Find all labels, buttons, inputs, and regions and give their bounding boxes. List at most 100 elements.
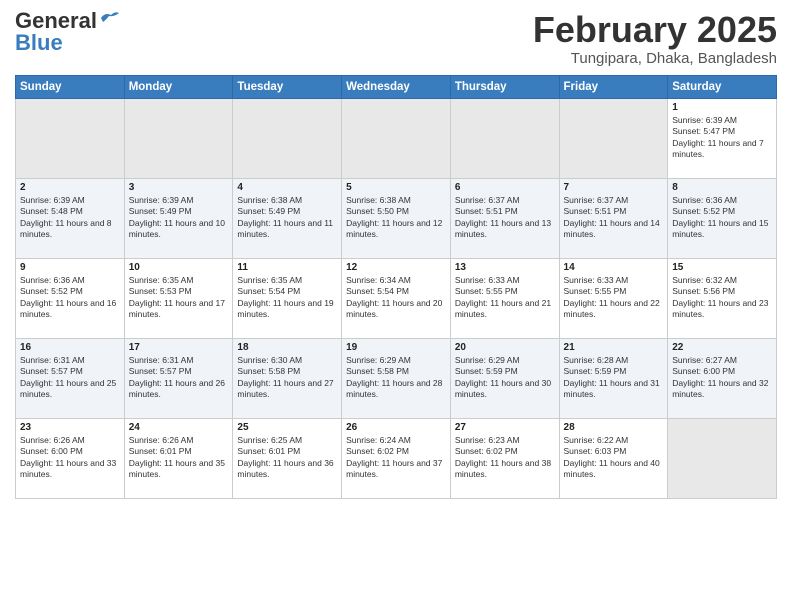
day-number: 1 <box>672 102 772 113</box>
cell-info: Sunrise: 6:38 AM Sunset: 5:50 PM Dayligh… <box>346 195 446 241</box>
table-row: 14Sunrise: 6:33 AM Sunset: 5:55 PM Dayli… <box>559 258 668 338</box>
cell-info: Sunrise: 6:37 AM Sunset: 5:51 PM Dayligh… <box>564 195 664 241</box>
table-row <box>559 98 668 178</box>
calendar-table: Sunday Monday Tuesday Wednesday Thursday… <box>15 75 777 499</box>
table-row: 26 Sunrise: 6:24 AM Sunset: 6:02 PM Dayli… <box>342 418 451 498</box>
table-row: 23Sunrise: 6:26 AM Sunset: 6:00 PM Dayli… <box>16 418 125 498</box>
day-number: 21 <box>564 342 664 353</box>
cell-info: Sunrise: 6:23 AM Sunset: 6:02 PM Dayligh… <box>455 435 555 481</box>
header-thursday: Thursday <box>450 75 559 98</box>
day-number: 28 <box>564 422 664 433</box>
table-row: 2 Sunrise: 6:39 AM Sunset: 5:48 PM Daylig… <box>16 178 125 258</box>
day-number: 11 <box>237 262 337 273</box>
cell-info: Sunrise: 6:39 AM Sunset: 5:49 PM Dayligh… <box>129 195 229 241</box>
day-number: 23 <box>20 422 120 433</box>
cell-info: Sunrise: 6:30 AM Sunset: 5:58 PM Dayligh… <box>237 355 337 401</box>
cell-info: Sunrise: 6:35 AM Sunset: 5:54 PM Dayligh… <box>237 275 337 321</box>
day-number: 2 <box>20 182 120 193</box>
table-row: 9 Sunrise: 6:36 AM Sunset: 5:52 PM Daylig… <box>16 258 125 338</box>
cell-info: Sunrise: 6:32 AM Sunset: 5:56 PM Dayligh… <box>672 275 772 321</box>
table-row <box>233 98 342 178</box>
table-row: 11 Sunrise: 6:35 AM Sunset: 5:54 PM Dayli… <box>233 258 342 338</box>
day-number: 9 <box>20 262 120 273</box>
day-number: 6 <box>455 182 555 193</box>
header-friday: Friday <box>559 75 668 98</box>
day-number: 3 <box>129 182 229 193</box>
cell-info: Sunrise: 6:28 AM Sunset: 5:59 PM Dayligh… <box>564 355 664 401</box>
table-row <box>16 98 125 178</box>
day-number: 26 <box>346 422 446 433</box>
day-number: 4 <box>237 182 337 193</box>
cell-info: Sunrise: 6:25 AM Sunset: 6:01 PM Dayligh… <box>237 435 337 481</box>
table-row: 21 Sunrise: 6:28 AM Sunset: 5:59 PM Dayli… <box>559 338 668 418</box>
table-row <box>342 98 451 178</box>
cell-info: Sunrise: 6:39 AM Sunset: 5:48 PM Dayligh… <box>20 195 120 241</box>
day-number: 5 <box>346 182 446 193</box>
logo-text-general: General <box>15 10 97 32</box>
title-section: February 2025 Tungipara, Dhaka, Banglade… <box>533 10 777 67</box>
table-row: 17 Sunrise: 6:31 AM Sunset: 5:57 PM Dayli… <box>124 338 233 418</box>
cell-info: Sunrise: 6:36 AM Sunset: 5:52 PM Dayligh… <box>20 275 120 321</box>
table-row: 27 Sunrise: 6:23 AM Sunset: 6:02 PM Dayli… <box>450 418 559 498</box>
table-row: 19Sunrise: 6:29 AM Sunset: 5:58 PM Dayli… <box>342 338 451 418</box>
table-row: 15 Sunrise: 6:32 AM Sunset: 5:56 PM Dayli… <box>668 258 777 338</box>
table-row: 1 Sunrise: 6:39 AM Sunset: 5:47 PM Daylig… <box>668 98 777 178</box>
header: General Blue February 2025 Tungipara, Dh… <box>15 10 777 67</box>
day-number: 16 <box>20 342 120 353</box>
day-number: 15 <box>672 262 772 273</box>
table-row: 20 Sunrise: 6:29 AM Sunset: 5:59 PM Dayli… <box>450 338 559 418</box>
header-monday: Monday <box>124 75 233 98</box>
calendar-header-row: Sunday Monday Tuesday Wednesday Thursday… <box>16 75 777 98</box>
cell-info: Sunrise: 6:31 AM Sunset: 5:57 PM Dayligh… <box>129 355 229 401</box>
day-number: 18 <box>237 342 337 353</box>
cell-info: Sunrise: 6:31 AM Sunset: 5:57 PM Dayligh… <box>20 355 120 401</box>
table-row: 16 Sunrise: 6:31 AM Sunset: 5:57 PM Dayli… <box>16 338 125 418</box>
header-tuesday: Tuesday <box>233 75 342 98</box>
month-title: February 2025 <box>533 10 777 50</box>
logo-bird-icon <box>99 10 121 28</box>
table-row <box>450 98 559 178</box>
cell-info: Sunrise: 6:38 AM Sunset: 5:49 PM Dayligh… <box>237 195 337 241</box>
header-sunday: Sunday <box>16 75 125 98</box>
table-row: 24 Sunrise: 6:26 AM Sunset: 6:01 PM Dayli… <box>124 418 233 498</box>
cell-info: Sunrise: 6:34 AM Sunset: 5:54 PM Dayligh… <box>346 275 446 321</box>
cell-info: Sunrise: 6:39 AM Sunset: 5:47 PM Dayligh… <box>672 115 772 161</box>
day-number: 27 <box>455 422 555 433</box>
table-row: 5 Sunrise: 6:38 AM Sunset: 5:50 PM Daylig… <box>342 178 451 258</box>
table-row: 18 Sunrise: 6:30 AM Sunset: 5:58 PM Dayli… <box>233 338 342 418</box>
table-row: 8 Sunrise: 6:36 AM Sunset: 5:52 PM Daylig… <box>668 178 777 258</box>
cell-info: Sunrise: 6:26 AM Sunset: 6:01 PM Dayligh… <box>129 435 229 481</box>
cell-info: Sunrise: 6:33 AM Sunset: 5:55 PM Dayligh… <box>564 275 664 321</box>
day-number: 10 <box>129 262 229 273</box>
day-number: 22 <box>672 342 772 353</box>
table-row: 3 Sunrise: 6:39 AM Sunset: 5:49 PM Daylig… <box>124 178 233 258</box>
cell-info: Sunrise: 6:33 AM Sunset: 5:55 PM Dayligh… <box>455 275 555 321</box>
day-number: 13 <box>455 262 555 273</box>
table-row: 22 Sunrise: 6:27 AM Sunset: 6:00 PM Dayli… <box>668 338 777 418</box>
cell-info: Sunrise: 6:29 AM Sunset: 5:59 PM Dayligh… <box>455 355 555 401</box>
logo: General Blue <box>15 10 121 54</box>
day-number: 17 <box>129 342 229 353</box>
day-number: 7 <box>564 182 664 193</box>
day-number: 19 <box>346 342 446 353</box>
cell-info: Sunrise: 6:24 AM Sunset: 6:02 PM Dayligh… <box>346 435 446 481</box>
logo-text-blue: Blue <box>15 32 63 54</box>
cell-info: Sunrise: 6:22 AM Sunset: 6:03 PM Dayligh… <box>564 435 664 481</box>
table-row: 4 Sunrise: 6:38 AM Sunset: 5:49 PM Daylig… <box>233 178 342 258</box>
table-row <box>124 98 233 178</box>
table-row: 13 Sunrise: 6:33 AM Sunset: 5:55 PM Dayli… <box>450 258 559 338</box>
table-row: 7 Sunrise: 6:37 AM Sunset: 5:51 PM Daylig… <box>559 178 668 258</box>
cell-info: Sunrise: 6:35 AM Sunset: 5:53 PM Dayligh… <box>129 275 229 321</box>
day-number: 12 <box>346 262 446 273</box>
header-wednesday: Wednesday <box>342 75 451 98</box>
location: Tungipara, Dhaka, Bangladesh <box>533 50 777 67</box>
table-row: 12 Sunrise: 6:34 AM Sunset: 5:54 PM Dayli… <box>342 258 451 338</box>
day-number: 20 <box>455 342 555 353</box>
cell-info: Sunrise: 6:27 AM Sunset: 6:00 PM Dayligh… <box>672 355 772 401</box>
table-row: 28 Sunrise: 6:22 AM Sunset: 6:03 PM Dayli… <box>559 418 668 498</box>
day-number: 8 <box>672 182 772 193</box>
table-row: 6Sunrise: 6:37 AM Sunset: 5:51 PM Daylig… <box>450 178 559 258</box>
day-number: 24 <box>129 422 229 433</box>
table-row: 25Sunrise: 6:25 AM Sunset: 6:01 PM Dayli… <box>233 418 342 498</box>
cell-info: Sunrise: 6:36 AM Sunset: 5:52 PM Dayligh… <box>672 195 772 241</box>
